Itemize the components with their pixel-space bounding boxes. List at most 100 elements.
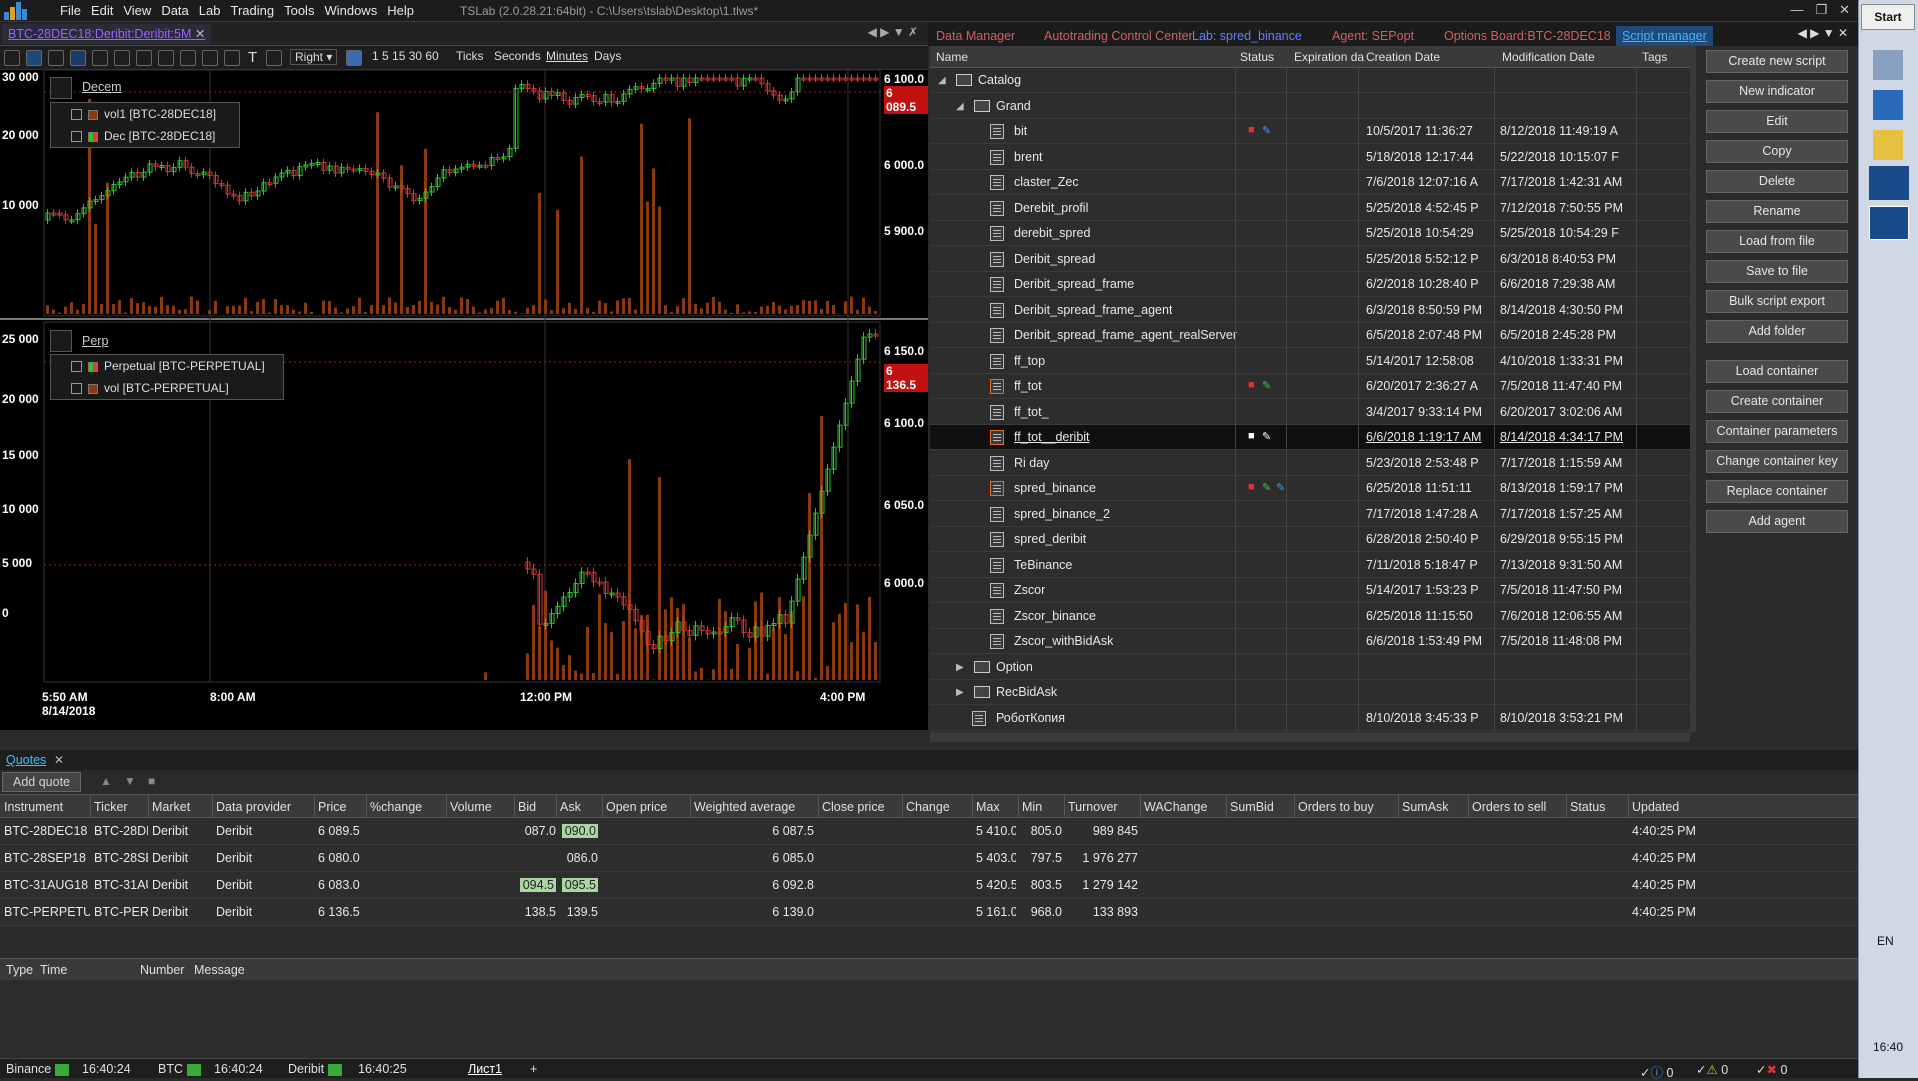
col-status[interactable]: Status xyxy=(1240,50,1274,64)
chart-canvas[interactable] xyxy=(0,70,928,742)
vline-tool-icon[interactable] xyxy=(202,50,218,66)
quote-col-1[interactable]: Ticker xyxy=(94,800,128,814)
right-tab-5[interactable]: Script manager xyxy=(1616,26,1713,46)
tree-row[interactable]: Ri day5/23/2018 2:53:48 P7/17/2018 1:15:… xyxy=(930,451,1690,476)
tree-row[interactable]: derebit_spred5/25/2018 10:54:295/25/2018… xyxy=(930,221,1690,246)
quote-col-8[interactable]: Ask xyxy=(560,800,581,814)
color-icon[interactable] xyxy=(346,50,362,66)
tree-row[interactable]: ◢Catalog xyxy=(930,68,1690,93)
pane-menu-icon[interactable] xyxy=(50,330,72,352)
tree-row[interactable]: ▶RecBidAsk xyxy=(930,680,1690,705)
toolbar-icon-2[interactable] xyxy=(26,50,42,66)
quotes-tab[interactable]: Quotes xyxy=(6,753,46,767)
edit-button[interactable]: Edit xyxy=(1706,110,1848,133)
taskbar-tslab-icon[interactable] xyxy=(1869,166,1909,200)
save-to-file-button[interactable]: Save to file xyxy=(1706,260,1848,283)
legend-item[interactable]: Perpetual [BTC-PERPETUAL] xyxy=(51,355,283,377)
menu-data[interactable]: Data xyxy=(161,3,188,18)
expand-arrow-icon[interactable]: ◢ xyxy=(956,101,964,112)
col-modification[interactable]: Modification Date xyxy=(1502,50,1595,64)
fib-tool-icon[interactable] xyxy=(224,50,240,66)
error-count[interactable]: ✓✖ 0 xyxy=(1756,1062,1787,1077)
toolbar-icon-1[interactable] xyxy=(4,50,20,66)
bottom-pane-name[interactable]: Perp xyxy=(82,334,108,348)
log-col-number[interactable]: Number xyxy=(140,963,184,977)
taskbar-folder-icon[interactable] xyxy=(1873,130,1903,160)
unit-minutes[interactable]: Minutes xyxy=(546,49,588,63)
tree-row[interactable]: Zscor5/14/2017 1:53:23 P7/5/2018 11:47:5… xyxy=(930,578,1690,603)
menu-trading[interactable]: Trading xyxy=(230,3,274,18)
close-tab-icon[interactable]: ✕ xyxy=(54,753,64,767)
bulk-script-export-button[interactable]: Bulk script export xyxy=(1706,290,1848,313)
new-indicator-button[interactable]: New indicator xyxy=(1706,80,1848,103)
quote-col-12[interactable]: Change xyxy=(906,800,950,814)
menu-help[interactable]: Help xyxy=(387,3,414,18)
log-col-type[interactable]: Type xyxy=(6,963,33,977)
quote-col-18[interactable]: Orders to buy xyxy=(1298,800,1374,814)
delete-icon[interactable]: ■ xyxy=(148,774,155,788)
collapse-arrow-icon[interactable]: ▶ xyxy=(956,662,964,673)
legend-item[interactable]: vol1 [BTC-28DEC18] xyxy=(51,103,239,125)
info-count[interactable]: ✓ⓘ 0 xyxy=(1640,1062,1673,1081)
tree-row[interactable]: Derebit_profil5/25/2018 4:52:45 P7/12/20… xyxy=(930,196,1690,221)
menu-lab[interactable]: Lab xyxy=(199,3,221,18)
quote-col-15[interactable]: Turnover xyxy=(1068,800,1118,814)
log-col-message[interactable]: Message xyxy=(194,963,245,977)
tab-nav-icon[interactable]: ◀ ▶ ▼ ✕ xyxy=(1798,26,1848,40)
tree-row[interactable]: ff_tot■✎6/20/2017 2:36:27 A7/5/2018 11:4… xyxy=(930,374,1690,399)
start-button[interactable]: Start xyxy=(1861,4,1915,30)
right-tab-3[interactable]: Agent: SEPopt xyxy=(1326,26,1420,46)
quote-col-17[interactable]: SumBid xyxy=(1230,800,1274,814)
col-name[interactable]: Name xyxy=(936,50,968,64)
tree-row[interactable]: TeBinance7/11/2018 5:18:47 P7/13/2018 9:… xyxy=(930,553,1690,578)
taskbar-app-icon[interactable] xyxy=(1873,50,1903,80)
minimize-icon[interactable]: — xyxy=(1790,2,1803,18)
quote-col-19[interactable]: SumAsk xyxy=(1402,800,1449,814)
quote-col-9[interactable]: Open price xyxy=(606,800,667,814)
trend-tool-icon[interactable] xyxy=(158,50,174,66)
interval-selector[interactable]: 1 5 15 30 60 xyxy=(372,49,439,63)
unit-ticks[interactable]: Ticks xyxy=(456,49,484,63)
quote-col-6[interactable]: Volume xyxy=(450,800,492,814)
taskbar-tslab-icon[interactable] xyxy=(1869,206,1909,240)
cursor-icon[interactable] xyxy=(70,50,86,66)
tree-row[interactable]: claster_Zec7/6/2018 12:07:16 A7/17/2018 … xyxy=(930,170,1690,195)
close-icon[interactable]: ✕ xyxy=(1839,2,1850,18)
text-tool-icon[interactable]: T xyxy=(248,49,257,66)
hline-tool-icon[interactable] xyxy=(180,50,196,66)
right-tab-2[interactable]: Lab: spred_binance xyxy=(1186,26,1308,46)
taskbar-app-icon[interactable] xyxy=(1873,90,1903,120)
tree-row[interactable]: spred_binance■✎✎6/25/2018 11:51:118/13/2… xyxy=(930,476,1690,501)
quote-col-16[interactable]: WAChange xyxy=(1144,800,1207,814)
right-tab-0[interactable]: Data Manager xyxy=(930,26,1021,46)
tree-row[interactable]: ff_top5/14/2017 12:58:084/10/2018 1:33:3… xyxy=(930,349,1690,374)
quote-row[interactable]: BTC-31AUG18BTC-31AUDeribitDeribit6 083.0… xyxy=(0,872,1858,899)
replace-container-button[interactable]: Replace container xyxy=(1706,480,1848,503)
right-tab-4[interactable]: Options Board:BTC-28DEC18 xyxy=(1438,26,1617,46)
quote-col-3[interactable]: Data provider xyxy=(216,800,291,814)
legend-item[interactable]: Dec [BTC-28DEC18] xyxy=(51,125,239,147)
expand-arrow-icon[interactable]: ◢ xyxy=(938,75,946,86)
position-select[interactable]: Right ▾ xyxy=(290,49,337,65)
rename-button[interactable]: Rename xyxy=(1706,200,1848,223)
tree-row[interactable]: brent5/18/2018 12:17:445/22/2018 10:15:0… xyxy=(930,145,1690,170)
tree-row[interactable]: bit■✎10/5/2017 11:36:278/12/2018 11:49:1… xyxy=(930,119,1690,144)
col-creation[interactable]: Creation Date xyxy=(1366,50,1440,64)
tree-row[interactable]: Deribit_spread5/25/2018 5:52:12 P6/3/201… xyxy=(930,247,1690,272)
close-tab-icon[interactable]: ✕ xyxy=(195,27,205,41)
tree-row[interactable]: Deribit_spread_frame_agent6/3/2018 8:50:… xyxy=(930,298,1690,323)
right-tab-1[interactable]: Autotrading Control Center xyxy=(1038,26,1199,46)
legend-item[interactable]: vol [BTC-PERPETUAL] xyxy=(51,377,283,399)
quote-col-14[interactable]: Min xyxy=(1022,800,1042,814)
menu-file[interactable]: File xyxy=(60,3,81,18)
unit-days[interactable]: Days xyxy=(594,49,621,63)
log-col-time[interactable]: Time xyxy=(40,963,67,977)
quote-col-10[interactable]: Weighted average xyxy=(694,800,795,814)
move-up-icon[interactable]: ▲ xyxy=(100,774,112,788)
menu-view[interactable]: View xyxy=(123,3,151,18)
load-container-button[interactable]: Load container xyxy=(1706,360,1848,383)
quote-col-21[interactable]: Status xyxy=(1570,800,1605,814)
change-container-key-button[interactable]: Change container key xyxy=(1706,450,1848,473)
quote-col-20[interactable]: Orders to sell xyxy=(1472,800,1546,814)
tree-row[interactable]: ◢Grand xyxy=(930,94,1690,119)
